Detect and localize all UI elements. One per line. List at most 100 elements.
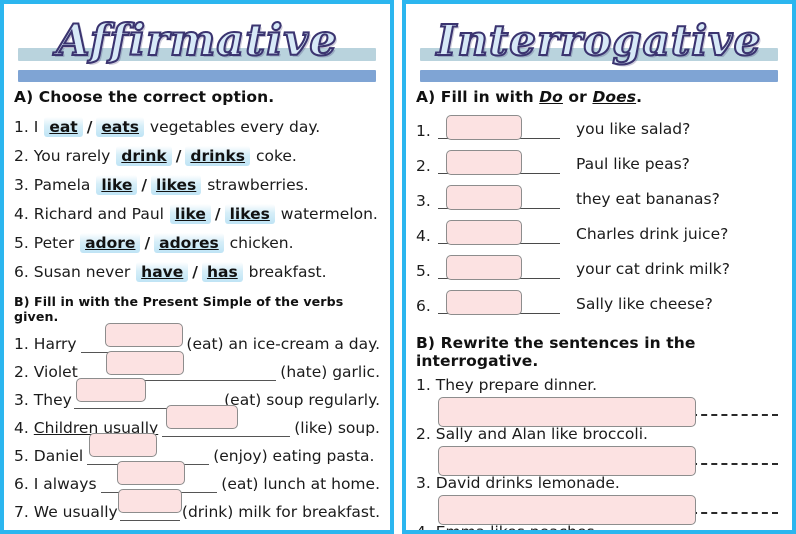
item-number: 5.: [14, 233, 29, 252]
section-b-items: 1. They prepare dinner. 2. Sally and Ala…: [416, 376, 782, 534]
list-item: 1. I eat / eats vegetables every day.: [14, 112, 380, 141]
option-separator: /: [192, 262, 198, 281]
list-item: 2. Paul like peas?: [416, 147, 782, 182]
item-number: 2.: [416, 425, 431, 443]
heading-text-pre: A) Fill in with: [416, 88, 540, 106]
item-number: 7.: [14, 503, 29, 521]
answer-input[interactable]: [104, 323, 183, 347]
item-number: 4.: [14, 204, 29, 223]
list-item: 5. Daniel (enjoy) eating pasta.: [14, 433, 380, 470]
item-text: 4. Emma likes peaches.: [416, 523, 782, 534]
item-text-post: watermelon.: [280, 204, 378, 223]
list-item: 1. you like salad?: [416, 112, 782, 147]
item-number: 5.: [14, 447, 29, 465]
item-text: Paul like peas?: [576, 155, 690, 173]
item-number: 4.: [416, 523, 431, 534]
option-chip-2[interactable]: drinks: [185, 145, 250, 166]
option-chip-2[interactable]: adores: [154, 232, 224, 253]
item-text-pre: Susan never: [33, 262, 131, 281]
list-item: 6. Sally like cheese?: [416, 287, 782, 322]
option-chip-1[interactable]: drink: [116, 145, 172, 166]
item-number: 3.: [14, 175, 29, 194]
list-item: 3. Pamela like / likes strawberries.: [14, 170, 380, 199]
item-text-pre: Richard and Paul: [33, 204, 164, 223]
section-b-items: 1. Harry (eat) an ice-cream a day. 2. Vi…: [14, 323, 380, 526]
answer-input[interactable]: [446, 150, 522, 175]
heading-word-does: Does: [592, 88, 637, 106]
answer-input[interactable]: [438, 397, 696, 427]
option-chip-2[interactable]: eats: [96, 116, 144, 137]
title-bar-bottom: [420, 70, 778, 82]
item-sentence: Emma likes peaches.: [435, 523, 600, 534]
answer-input[interactable]: [446, 185, 522, 210]
list-item: 3. David drinks lemonade.: [416, 474, 782, 525]
affirmative-panel: Affirmative A) Choose the correct option…: [0, 0, 394, 534]
answer-input[interactable]: [446, 220, 522, 245]
option-chip-1[interactable]: adore: [80, 232, 141, 253]
option-chip-2[interactable]: has: [201, 261, 243, 282]
option-chip-1[interactable]: eat: [44, 116, 83, 137]
item-text-post: (eat) an ice-cream a day.: [186, 335, 380, 353]
list-item: 4. Richard and Paul like / likes waterme…: [14, 199, 380, 228]
item-number: 2.: [14, 363, 29, 381]
interrogative-section-b: B) Rewrite the sentences in the interrog…: [406, 334, 792, 534]
item-text-pre: Daniel: [33, 447, 84, 465]
option-chip-2[interactable]: likes: [151, 174, 202, 195]
answer-input[interactable]: [105, 351, 184, 375]
answer-input[interactable]: [446, 115, 522, 140]
answer-input[interactable]: [438, 446, 696, 476]
option-separator: /: [175, 146, 182, 165]
item-text-pre: They: [33, 391, 72, 409]
answer-input[interactable]: [116, 461, 185, 485]
item-number: 1.: [14, 117, 29, 136]
answer-input[interactable]: [75, 378, 146, 402]
affirmative-title: Affirmative: [55, 15, 338, 67]
item-text: your cat drink milk?: [576, 260, 730, 278]
section-a-heading: A) Fill in with Do or Does.: [416, 88, 782, 106]
item-text-pre: Peter: [33, 233, 75, 252]
answer-input[interactable]: [438, 495, 696, 525]
interrogative-section-a: A) Fill in with Do or Does. 1. you like …: [406, 88, 792, 322]
section-a-items: 1. you like salad? 2. Paul like peas? 3.…: [416, 112, 782, 322]
heading-word-do: Do: [539, 88, 563, 106]
item-text-post: breakfast.: [248, 262, 327, 281]
answer-input[interactable]: [117, 489, 182, 513]
list-item: 3. they eat bananas?: [416, 182, 782, 217]
item-text-post: (eat) lunch at home.: [221, 475, 380, 493]
item-text-pre: I: [33, 117, 39, 136]
item-number: 1.: [416, 122, 431, 140]
item-number: 5.: [416, 262, 431, 280]
item-text: 3. David drinks lemonade.: [416, 474, 782, 492]
answer-input[interactable]: [446, 290, 522, 315]
item-number: 1.: [416, 376, 431, 394]
option-chip-1[interactable]: have: [136, 261, 189, 282]
item-text: you like salad?: [576, 120, 691, 138]
item-text-pre: Pamela: [33, 175, 91, 194]
interrogative-title: Interrogative: [436, 15, 762, 66]
item-number: 4.: [14, 419, 29, 437]
item-text-pre: Violet: [33, 363, 78, 381]
affirmative-title-block: Affirmative: [10, 8, 384, 88]
item-text-post: chicken.: [229, 233, 294, 252]
item-text-post: coke.: [255, 146, 297, 165]
option-chip-1[interactable]: like: [96, 174, 138, 195]
list-item: 2. You rarely drink / drinks coke.: [14, 141, 380, 170]
item-sentence: They prepare dinner.: [435, 376, 598, 394]
item-text-post: (like) soup.: [294, 419, 380, 437]
answer-input[interactable]: [89, 433, 158, 457]
option-chip-2[interactable]: likes: [224, 203, 275, 224]
option-chip-1[interactable]: like: [169, 203, 211, 224]
section-b-heading: B) Rewrite the sentences in the interrog…: [416, 334, 696, 370]
item-sentence: David drinks lemonade.: [435, 474, 620, 492]
item-number: 2.: [416, 157, 431, 175]
affirmative-section-a: A) Choose the correct option. 1. I eat /…: [4, 88, 390, 286]
option-separator: /: [214, 204, 221, 223]
section-b-heading: B) Fill in with the Present Simple of th…: [14, 294, 344, 324]
answer-input[interactable]: [166, 405, 239, 429]
list-item: 5. your cat drink milk?: [416, 252, 782, 287]
option-separator: /: [144, 233, 151, 252]
answer-input[interactable]: [446, 255, 522, 280]
list-item: 4. Emma likes peaches.: [416, 523, 782, 534]
item-text: 1. They prepare dinner.: [416, 376, 782, 394]
title-bar-bottom: [18, 70, 376, 82]
